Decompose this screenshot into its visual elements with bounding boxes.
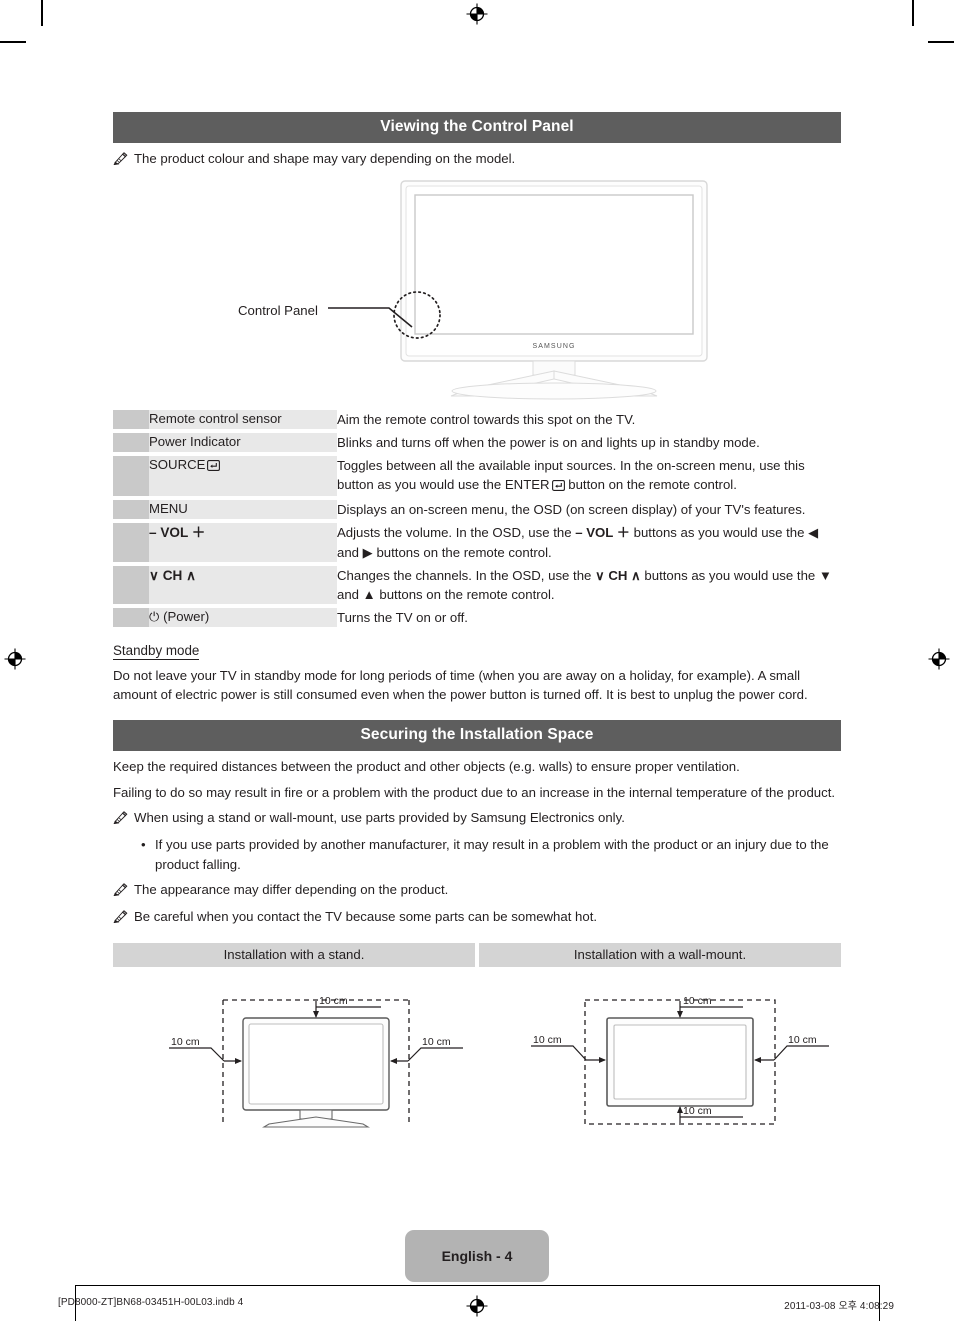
page-number-tab: English - 4 bbox=[405, 1230, 549, 1282]
note-text: When using a stand or wall-mount, use pa… bbox=[134, 809, 625, 825]
desc-enter-word: ENTER bbox=[504, 477, 550, 493]
svg-text:SAMSUNG: SAMSUNG bbox=[532, 343, 575, 350]
note-appearance: The appearance may differ depending on t… bbox=[113, 881, 841, 902]
table-row: Power Indicator Blinks and turns off whe… bbox=[113, 432, 841, 453]
crop-mark-top-left-vertical bbox=[41, 0, 43, 26]
row-swatch bbox=[113, 500, 149, 520]
dimension-label-left: 10 cm bbox=[533, 1034, 562, 1046]
desc-symbol: – VOL ＋ bbox=[575, 525, 630, 541]
control-panel-table: Remote control sensor Aim the remote con… bbox=[113, 409, 841, 628]
table-row: Remote control sensor Aim the remote con… bbox=[113, 409, 841, 429]
row-swatch bbox=[113, 432, 149, 453]
desc-symbol: ∨ CH ∧ bbox=[595, 567, 641, 583]
install-diagram-stand: 10 cm 10 cm 10 cm bbox=[113, 967, 475, 1129]
pencil-icon bbox=[113, 151, 128, 171]
installation-paragraph-1: Keep the required distances between the … bbox=[113, 759, 740, 775]
bullet-text: If you use parts provided by another man… bbox=[155, 837, 829, 872]
bullet-dot: • bbox=[141, 837, 146, 853]
row-description: Displays an on-screen menu, the OSD (on … bbox=[337, 500, 841, 520]
row-description: Changes the channels. In the OSD, use th… bbox=[337, 565, 841, 604]
row-label: SOURCE bbox=[149, 456, 337, 497]
section-heading-control-panel: Viewing the Control Panel bbox=[113, 112, 841, 143]
standby-title: Standby mode bbox=[113, 643, 200, 661]
standby-section: Standby mode Do not leave your TV in sta… bbox=[113, 627, 841, 704]
control-panel-callout-label: Control Panel bbox=[238, 302, 318, 318]
row-swatch bbox=[113, 565, 149, 604]
row-label: – VOL ＋ bbox=[149, 523, 337, 562]
row-swatch bbox=[113, 409, 149, 429]
desc-part-1: Changes the channels. In the OSD, use th… bbox=[337, 567, 596, 583]
dimension-label-top: 10 cm bbox=[319, 995, 348, 1007]
note-text: Be careful when you contact the TV becau… bbox=[134, 909, 598, 925]
table-row: SOURCE Toggles between all the available… bbox=[113, 456, 841, 497]
desc-part-1: Adjusts the volume. In the OSD, use the bbox=[337, 525, 576, 541]
row-swatch bbox=[113, 456, 149, 497]
pencil-icon bbox=[113, 882, 128, 902]
enter-key-icon bbox=[551, 477, 565, 496]
row-label: ⏻ (Power) bbox=[149, 608, 337, 628]
table-row: ⏻ (Power) Turns the TV on or off. bbox=[113, 608, 841, 628]
registration-mark-left-center bbox=[4, 648, 26, 670]
row-label: MENU bbox=[149, 500, 337, 520]
row-swatch bbox=[113, 608, 149, 628]
footer-timestamp: 2011-03-08 오후 4:08:29 bbox=[784, 1301, 894, 1312]
row-description: Turns the TV on or off. bbox=[337, 608, 841, 628]
dimension-label-bottom: 10 cm bbox=[683, 1105, 712, 1117]
install-diagram-wallmount: 10 cm 10 cm 10 cm 10 cm bbox=[479, 967, 841, 1129]
note-hot-parts: Be careful when you contact the TV becau… bbox=[113, 908, 841, 929]
row-description: Adjusts the volume. In the OSD, use the … bbox=[337, 523, 841, 562]
dimension-label-right: 10 cm bbox=[788, 1034, 817, 1046]
install-wallmount-title: Installation with a wall-mount. bbox=[479, 943, 841, 968]
note-text: The appearance may differ depending on t… bbox=[134, 881, 449, 897]
row-description: Aim the remote control towards this spot… bbox=[337, 409, 841, 429]
standby-body: Do not leave your TV in standby mode for… bbox=[113, 668, 808, 703]
pencil-icon bbox=[113, 909, 128, 929]
enter-key-icon bbox=[207, 458, 221, 476]
table-row: ∨ CH ∧ Changes the channels. In the OSD,… bbox=[113, 565, 841, 604]
row-description: Toggles between all the available input … bbox=[337, 456, 841, 497]
install-stand-title: Installation with a stand. bbox=[113, 943, 475, 968]
note-product-colour: The product colour and shape may vary de… bbox=[113, 150, 841, 171]
dimension-label-right: 10 cm bbox=[422, 1036, 451, 1048]
pencil-icon bbox=[113, 810, 128, 830]
tv-illustration: SAMSUNG Control Panel bbox=[113, 175, 841, 400]
table-row: – VOL ＋ Adjusts the volume. In the OSD, … bbox=[113, 523, 841, 562]
dimension-label-left: 10 cm bbox=[171, 1036, 200, 1048]
row-label: Power Indicator bbox=[149, 432, 337, 453]
row-label: ∨ CH ∧ bbox=[149, 565, 337, 604]
footer-rule bbox=[75, 1285, 880, 1286]
crop-mark-top-right-horizontal bbox=[928, 41, 954, 43]
registration-mark-top-center bbox=[466, 3, 488, 25]
row-swatch bbox=[113, 523, 149, 562]
crop-mark-top-left-horizontal bbox=[0, 41, 26, 43]
install-diagram-headers: Installation with a stand. Installation … bbox=[113, 943, 841, 968]
bullet-other-manufacturer: • If you use parts provided by another m… bbox=[141, 835, 841, 873]
section-heading-installation: Securing the Installation Space bbox=[113, 720, 841, 752]
note-text: The product colour and shape may vary de… bbox=[134, 151, 516, 166]
note-samsung-parts: When using a stand or wall-mount, use pa… bbox=[113, 809, 841, 830]
page-content: Viewing the Control Panel The product co… bbox=[113, 112, 841, 1129]
footer-file-reference: [PD8000-ZT]BN68-03451H-00L03.indb 4 bbox=[58, 1297, 244, 1308]
dimension-label-top: 10 cm bbox=[683, 995, 712, 1007]
registration-mark-bottom-center bbox=[466, 1295, 488, 1317]
crop-mark-top-right-vertical bbox=[912, 0, 914, 26]
registration-mark-right-center bbox=[928, 648, 950, 670]
row-description: Blinks and turns off when the power is o… bbox=[337, 432, 841, 453]
row-label: Remote control sensor bbox=[149, 409, 337, 429]
installation-paragraph-2: Failing to do so may result in fire or a… bbox=[113, 784, 836, 800]
desc-part-2: button on the remote control. bbox=[564, 477, 737, 493]
table-row: MENU Displays an on-screen menu, the OSD… bbox=[113, 500, 841, 520]
row-label-text: SOURCE bbox=[149, 457, 206, 473]
install-diagram-bodies: 10 cm 10 cm 10 cm 10 cm 10 cm 10 cm 10 c… bbox=[113, 967, 841, 1129]
